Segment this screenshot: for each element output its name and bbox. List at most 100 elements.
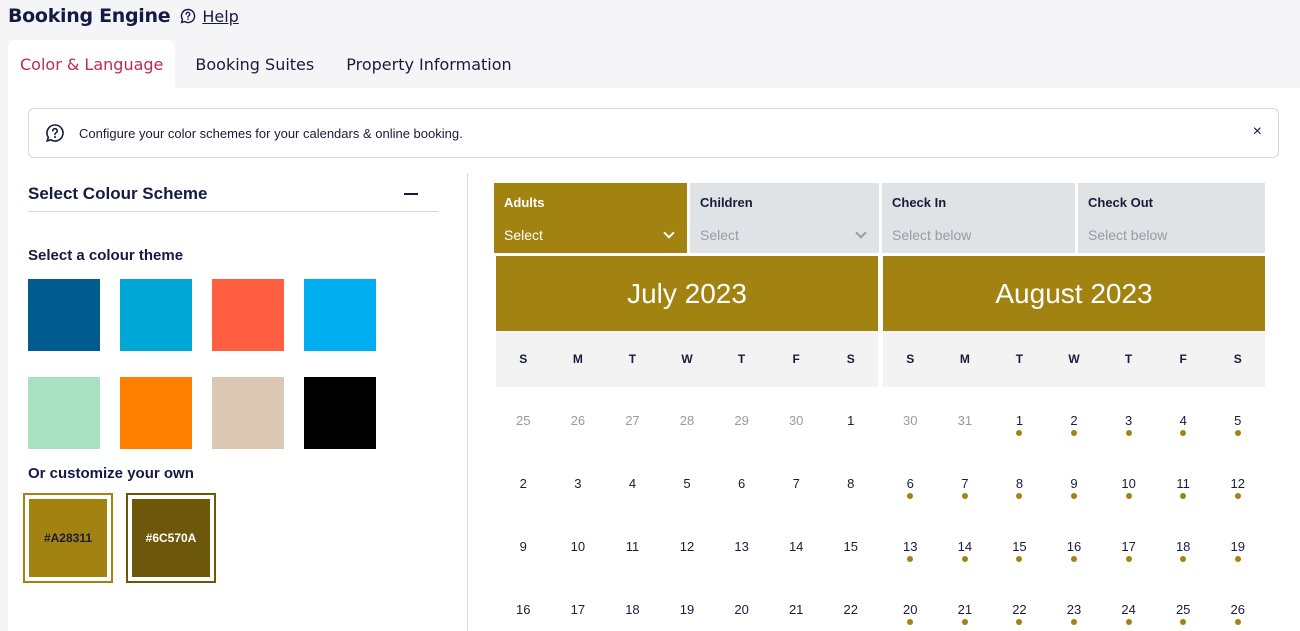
- calendar-day[interactable]: 1: [823, 387, 878, 450]
- calendar-day[interactable]: 26: [1210, 576, 1265, 631]
- weekday-label: S: [846, 352, 855, 366]
- calendar-august: August 2023 S M T W T F S 30 31 1 2 3 4 5 6 7 8 9 10 11 12 13 1…: [883, 256, 1265, 631]
- day-number: 17: [570, 602, 586, 617]
- availability-dot: [1125, 430, 1132, 436]
- theme-swatch[interactable]: [28, 279, 100, 351]
- calendar-day[interactable]: 21: [938, 576, 993, 631]
- tab-property-information[interactable]: Property Information: [334, 40, 523, 88]
- help-link[interactable]: Help: [202, 7, 238, 26]
- calendar-day[interactable]: 5: [660, 450, 715, 513]
- day-number: 9: [519, 539, 527, 554]
- section-header: Select Colour Scheme: [28, 176, 438, 212]
- theme-swatch[interactable]: [28, 377, 100, 449]
- calendar-day[interactable]: 15: [823, 513, 878, 576]
- day-number: 21: [957, 602, 973, 617]
- calendar-day: 31: [938, 387, 993, 450]
- calendar-day[interactable]: 8: [823, 450, 878, 513]
- theme-swatch[interactable]: [120, 279, 192, 351]
- field-value-row: Select: [504, 226, 677, 243]
- field-label: Check Out: [1088, 195, 1154, 210]
- calendar-day[interactable]: 9: [1047, 450, 1102, 513]
- theme-swatch[interactable]: [120, 377, 192, 449]
- theme-swatch[interactable]: [304, 279, 376, 351]
- calendar-day[interactable]: 17: [551, 576, 606, 631]
- close-icon[interactable]: ×: [1253, 123, 1262, 141]
- calendar-day[interactable]: 9: [496, 513, 551, 576]
- calendar-day[interactable]: 12: [660, 513, 715, 576]
- day-number: 22: [843, 602, 858, 617]
- calendar-day[interactable]: 8: [992, 450, 1047, 513]
- calendar-day: 26: [551, 387, 606, 450]
- theme-swatch[interactable]: [212, 377, 284, 449]
- calendar-day[interactable]: 16: [496, 576, 551, 631]
- calendar-day[interactable]: 14: [938, 513, 993, 576]
- calendar-day[interactable]: 19: [1210, 513, 1265, 576]
- calendar-day[interactable]: 17: [1101, 513, 1156, 576]
- calendar-day[interactable]: 18: [605, 576, 660, 631]
- weekday-label: T: [737, 352, 746, 366]
- check-in-field[interactable]: Check In Select below: [882, 183, 1075, 253]
- day-number: 25: [516, 413, 531, 428]
- calendar-day[interactable]: 22: [823, 576, 878, 631]
- custom-color-primary[interactable]: #A28311: [23, 493, 113, 583]
- calendar-day[interactable]: 22: [992, 576, 1047, 631]
- calendar-day[interactable]: 1: [992, 387, 1047, 450]
- calendar-week: 16 17 18 19 20 21 22: [496, 576, 878, 631]
- colour-scheme-panel: Select Colour Scheme Select a colour the…: [23, 176, 438, 583]
- calendar-day[interactable]: 4: [1156, 387, 1211, 450]
- calendar-day: 29: [714, 387, 769, 450]
- calendar-day[interactable]: 19: [660, 576, 715, 631]
- field-value: Select: [504, 227, 543, 243]
- calendar-day[interactable]: 16: [1047, 513, 1102, 576]
- weekday-label: F: [1179, 352, 1187, 366]
- month-title: July 2023: [496, 256, 878, 331]
- field-value-row: Select below: [892, 227, 1065, 243]
- calendar-day[interactable]: 7: [769, 450, 824, 513]
- day-number: 20: [734, 602, 749, 617]
- calendar-day[interactable]: 4: [605, 450, 660, 513]
- calendar-day[interactable]: 13: [883, 513, 938, 576]
- help-chat-icon[interactable]: [180, 8, 196, 24]
- theme-swatch[interactable]: [304, 377, 376, 449]
- calendar-day[interactable]: 15: [992, 513, 1047, 576]
- calendar-day[interactable]: 3: [1101, 387, 1156, 450]
- calendar-day[interactable]: 14: [769, 513, 824, 576]
- calendar-day[interactable]: 24: [1101, 576, 1156, 631]
- calendar-day[interactable]: 5: [1210, 387, 1265, 450]
- day-number: 3: [574, 476, 582, 491]
- calendar-day[interactable]: 11: [1156, 450, 1211, 513]
- calendar-day[interactable]: 23: [1047, 576, 1102, 631]
- calendar-day[interactable]: 10: [1101, 450, 1156, 513]
- calendar-day[interactable]: 3: [551, 450, 606, 513]
- calendar-day[interactable]: 21: [769, 576, 824, 631]
- children-select[interactable]: Children Select: [690, 183, 879, 253]
- calendar-day[interactable]: 11: [605, 513, 660, 576]
- calendar-day[interactable]: 2: [1047, 387, 1102, 450]
- day-number: 26: [1230, 602, 1245, 617]
- day-number: 30: [788, 413, 804, 428]
- calendar-day[interactable]: 10: [551, 513, 606, 576]
- calendar-day[interactable]: 12: [1210, 450, 1265, 513]
- calendar-day[interactable]: 20: [714, 576, 769, 631]
- adults-select[interactable]: Adults Select: [494, 183, 687, 253]
- calendar-day[interactable]: 6: [714, 450, 769, 513]
- tab-booking-suites[interactable]: Booking Suites: [183, 40, 326, 88]
- calendar-day[interactable]: 6: [883, 450, 938, 513]
- tab-color-language[interactable]: Color & Language: [8, 40, 176, 88]
- theme-swatch[interactable]: [212, 279, 284, 351]
- calendar-day[interactable]: 2: [496, 450, 551, 513]
- check-out-field[interactable]: Check Out Select below: [1078, 183, 1265, 253]
- day-number: 20: [903, 602, 918, 617]
- calendar-day[interactable]: 25: [1156, 576, 1211, 631]
- calendar-day[interactable]: 18: [1156, 513, 1211, 576]
- collapse-minus-icon[interactable]: [404, 192, 418, 195]
- custom-color-secondary[interactable]: #6C570A: [126, 493, 216, 583]
- calendar-day[interactable]: 20: [883, 576, 938, 631]
- custom-label: Or customize your own: [28, 465, 194, 482]
- weekday-label: S: [519, 352, 528, 366]
- day-number: 13: [734, 539, 749, 554]
- calendar-day[interactable]: 13: [714, 513, 769, 576]
- weekday-label: M: [959, 352, 970, 366]
- availability-dot: [961, 556, 968, 562]
- calendar-day[interactable]: 7: [938, 450, 993, 513]
